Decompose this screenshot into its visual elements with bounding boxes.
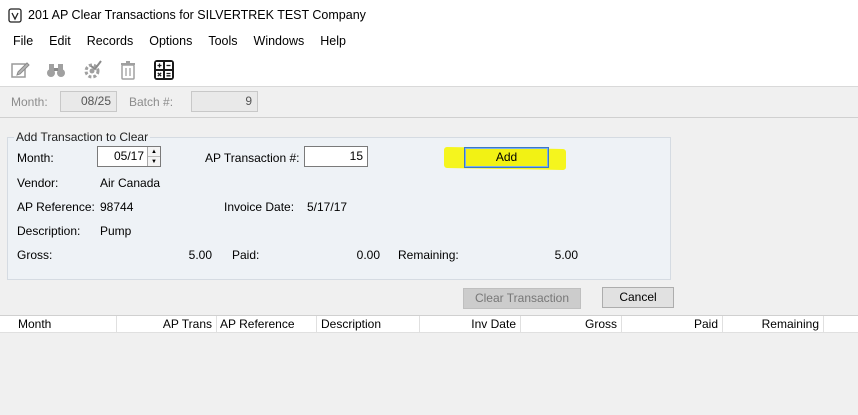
invoice-date-value: 5/17/17 [307,200,348,214]
menu-edit[interactable]: Edit [41,30,79,53]
ap-transaction-input[interactable]: 15 [304,146,368,167]
spin-down-icon[interactable]: ▼ [148,157,160,166]
group-legend: Add Transaction to Clear [16,130,149,144]
month-label: Month: [17,151,54,165]
column-header-description[interactable]: Description [317,316,420,333]
menu-options[interactable]: Options [141,30,200,53]
grid-header: Month AP Trans AP Reference Description … [0,315,858,333]
vendor-label: Vendor: [17,176,59,190]
menu-bar: File Edit Records Options Tools Windows … [0,30,858,53]
menu-records[interactable]: Records [79,30,142,53]
batch-month-field: 08/25 [60,91,117,112]
calculator-icon[interactable] [153,59,175,81]
menu-tools[interactable]: Tools [200,30,245,53]
cancel-button[interactable]: Cancel [602,287,674,308]
month-spinner-value[interactable]: 05/17 [98,147,147,166]
spinner-arrows[interactable]: ▲ ▼ [147,147,160,166]
menu-windows[interactable]: Windows [246,30,313,53]
toolbar [0,53,858,87]
batch-number-field: 9 [191,91,258,112]
settings-check-icon[interactable] [81,59,103,81]
paid-value: 0.00 [356,248,380,262]
gross-value: 5.00 [188,248,212,262]
column-header-paid[interactable]: Paid [622,316,723,333]
ap-transaction-label: AP Transaction #: [205,151,300,165]
column-header-remaining[interactable]: Remaining [723,316,824,333]
ap-reference-label: AP Reference: [17,200,95,214]
column-header-ap-trans[interactable]: AP Trans [117,316,217,333]
column-header-gross[interactable]: Gross [521,316,622,333]
app-icon [7,7,23,23]
invoice-date-label: Invoice Date: [224,200,295,214]
column-header-inv-date[interactable]: Inv Date [420,316,521,333]
description-value: Pump [100,224,132,238]
remaining-label: Remaining: [398,248,459,262]
gross-label: Gross: [17,248,53,262]
paid-label: Paid: [232,248,260,262]
batch-bar: Month: 08/25 Batch #: 9 [0,88,858,118]
menu-file[interactable]: File [5,30,41,53]
title-bar: 201 AP Clear Transactions for SILVERTREK… [0,0,858,30]
clear-transaction-button[interactable]: Clear Transaction [463,288,581,309]
spin-up-icon[interactable]: ▲ [148,147,160,157]
batch-number-label: Batch #: [129,95,174,109]
remaining-value: 5.00 [554,248,578,262]
trash-icon[interactable] [117,59,139,81]
vendor-value: Air Canada [100,176,161,190]
batch-month-label: Month: [11,95,48,109]
column-header-month[interactable]: Month [14,316,117,333]
description-label: Description: [17,224,81,238]
add-button[interactable]: Add [464,147,549,168]
month-spinner[interactable]: 05/17 ▲ ▼ [97,146,161,167]
ap-reference-value: 98744 [100,200,134,214]
grid-body[interactable] [0,333,858,415]
column-header-ap-reference[interactable]: AP Reference [216,316,317,333]
menu-help[interactable]: Help [312,30,354,53]
edit-icon[interactable] [9,59,31,81]
binoculars-icon[interactable] [45,59,67,81]
window-title: 201 AP Clear Transactions for SILVERTREK… [28,8,366,22]
